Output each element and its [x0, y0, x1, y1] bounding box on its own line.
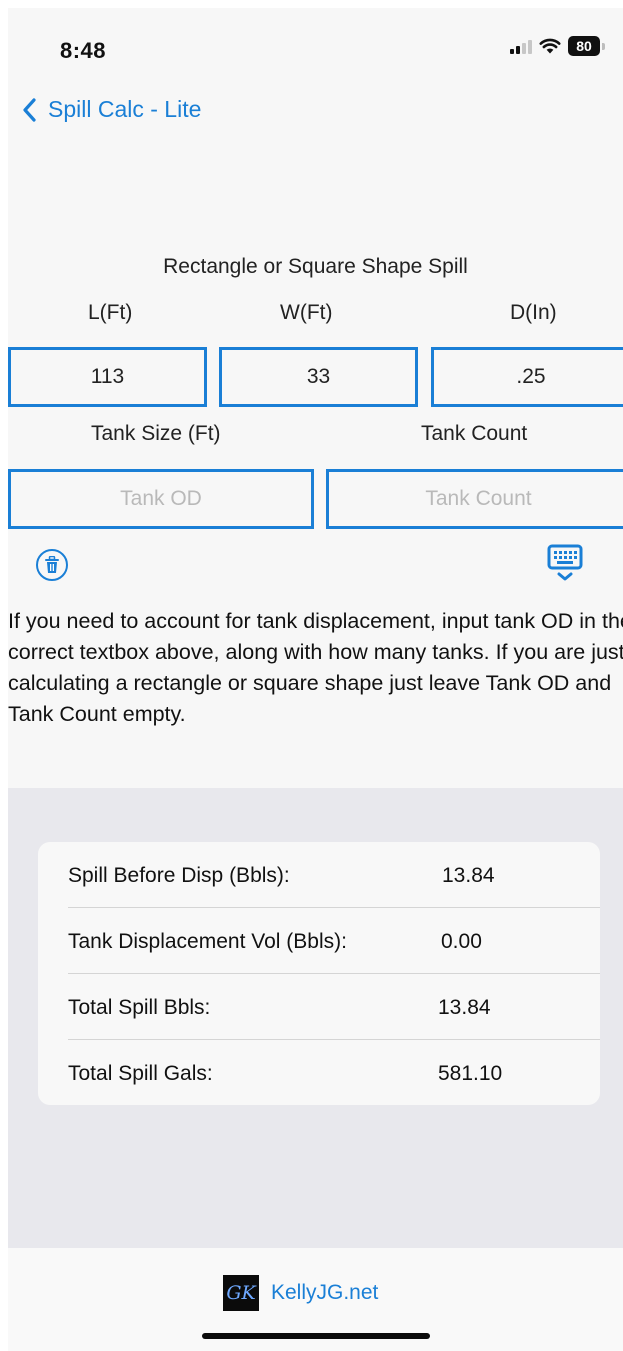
keyboard-icon[interactable] — [547, 544, 583, 591]
wifi-icon — [539, 38, 561, 54]
result-label: Tank Displacement Vol (Bbls): — [68, 930, 347, 953]
length-input[interactable]: 113 — [8, 347, 207, 407]
result-value: 581.10 — [438, 1062, 503, 1085]
trash-icon[interactable] — [36, 549, 68, 581]
width-input[interactable]: 33 — [219, 347, 418, 407]
status-time: 8:48 — [60, 38, 107, 63]
result-value: 0.00 — [441, 930, 482, 953]
back-button[interactable]: Spill Calc - Lite — [22, 96, 201, 123]
trash-glyph — [45, 556, 59, 573]
result-value: 13.84 — [442, 864, 495, 887]
length-label: L(Ft) — [88, 301, 133, 324]
width-label: W(Ft) — [280, 301, 333, 324]
status-icons: 80 — [510, 36, 605, 56]
footer-link-text: KellyJG.net — [271, 1281, 379, 1304]
result-value: 13.84 — [438, 996, 491, 1019]
battery-nub — [602, 42, 605, 50]
result-row: Tank Displacement Vol (Bbls): 0.00 — [68, 908, 600, 974]
result-label: Spill Before Disp (Bbls): — [68, 864, 290, 887]
info-text: If you need to account for tank displace… — [8, 609, 623, 726]
form-title: Rectangle or Square Shape Spill — [163, 255, 468, 278]
result-label: Total Spill Gals: — [68, 1062, 213, 1085]
result-label: Total Spill Bbls: — [68, 996, 211, 1019]
result-row: Total Spill Gals: 581.10 — [68, 1040, 600, 1106]
result-row: Spill Before Disp (Bbls): 13.84 — [68, 842, 600, 908]
tank-count-input[interactable]: Tank Count — [326, 469, 623, 529]
tank-count-label: Tank Count — [421, 422, 528, 445]
results-card: Spill Before Disp (Bbls): 13.84 Tank Dis… — [38, 842, 600, 1105]
depth-label: D(In) — [510, 301, 557, 324]
chevron-left-icon — [23, 97, 36, 122]
result-row: Total Spill Bbls: 13.84 — [68, 974, 600, 1040]
app-screen: 8:48 80 Spill Calc - Lite Rectangle or S… — [8, 8, 623, 1351]
logo: GK — [223, 1275, 259, 1311]
depth-input[interactable]: .25 — [431, 347, 623, 407]
home-indicator[interactable] — [202, 1333, 430, 1339]
back-label: Spill Calc - Lite — [48, 96, 202, 122]
tank-size-label: Tank Size (Ft) — [91, 422, 221, 445]
cellular-signal-icon — [510, 38, 532, 54]
tank-od-input[interactable]: Tank OD — [8, 469, 314, 529]
battery-icon: 80 — [568, 36, 600, 56]
kellyjg-link[interactable]: GK KellyJG.net — [223, 1275, 378, 1311]
